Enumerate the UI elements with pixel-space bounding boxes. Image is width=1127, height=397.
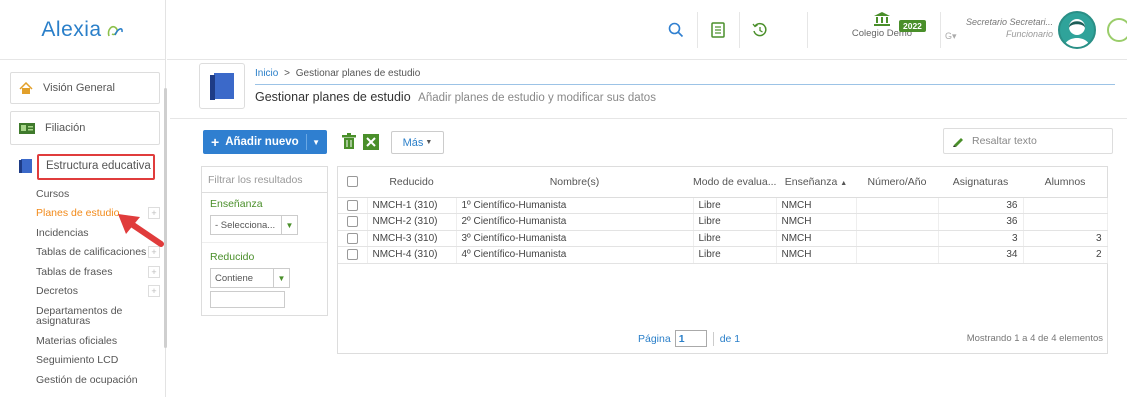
- sidebar-item-label: Visión General: [43, 82, 115, 94]
- book-icon: [19, 159, 32, 173]
- page-description: Añadir planes de estudio y modificar sus…: [418, 92, 656, 104]
- logout-button[interactable]: [1107, 18, 1127, 42]
- year-badge: 2022: [899, 20, 926, 32]
- column-modo-evaluacion[interactable]: Modo de evalua...: [693, 167, 776, 198]
- top-header: Colegio Demo 2022 Secretario Secretari..…: [167, 0, 1127, 60]
- add-new-button[interactable]: + Añadir nuevo ▼: [203, 130, 327, 154]
- add-plus-icon[interactable]: +: [148, 246, 160, 259]
- pagination: Página 1 de 1: [638, 330, 740, 347]
- user-info[interactable]: Secretario Secretari... Funcionario: [943, 16, 1053, 40]
- pager-total: de 1: [719, 332, 741, 345]
- user-avatar-icon: [1064, 19, 1090, 47]
- filter-reducido-label: Reducido: [210, 251, 255, 263]
- records-info: Mostrando 1 a 4 de 4 elementos: [966, 333, 1103, 344]
- page-number-input[interactable]: 1: [674, 330, 707, 347]
- sidebar-subitem-tablas-frases[interactable]: Tablas de frases +: [36, 262, 160, 282]
- breadcrumb-separator: >: [284, 68, 290, 79]
- sidebar-subitem-departamentos[interactable]: Departamentos de asignaturas: [36, 301, 160, 331]
- plus-icon: +: [211, 134, 220, 150]
- chevron-down-icon: ▼: [425, 139, 433, 146]
- page-header: Inicio > Gestionar planes de estudio Ges…: [199, 63, 1115, 113]
- sidebar: Alexia Visión General Filiación Estructu…: [0, 0, 167, 397]
- row-checkbox[interactable]: [338, 246, 368, 264]
- institution-icon: [874, 12, 890, 26]
- highlighter-icon: [953, 138, 963, 147]
- documents-button[interactable]: [701, 0, 735, 60]
- user-role: Funcionario: [1005, 29, 1053, 39]
- sidebar-item-filiacion[interactable]: Filiación: [10, 111, 160, 145]
- sidebar-subitem-materias-oficiales[interactable]: Materias oficiales: [36, 331, 160, 351]
- page-title-line: Gestionar planes de estudio Añadir plane…: [255, 90, 656, 104]
- home-icon: [19, 81, 33, 94]
- trash-icon: [342, 133, 356, 149]
- column-alumnos[interactable]: Alumnos: [1023, 167, 1107, 198]
- row-checkbox[interactable]: [338, 213, 368, 231]
- table-header-row: Reducido Nombre(s) Modo de evalua... Ens…: [338, 167, 1107, 198]
- sort-asc-icon: ▲: [840, 179, 848, 187]
- column-numero-ano[interactable]: Número/Año: [856, 167, 938, 198]
- page-book-icon: [199, 63, 245, 109]
- table-row[interactable]: NMCH-4 (310) 4º Científico-Humanista Lib…: [338, 246, 1108, 264]
- sidebar-subitem-seguimiento-lcd[interactable]: Seguimiento LCD: [36, 351, 160, 371]
- column-nombre[interactable]: Nombre(s): [456, 167, 693, 198]
- column-ensenanza[interactable]: Enseñanza ▲: [776, 167, 856, 198]
- history-icon: [752, 22, 767, 37]
- filter-ensenanza-label: Enseñanza: [210, 198, 263, 210]
- app-logo[interactable]: Alexia: [0, 0, 165, 60]
- row-checkbox[interactable]: [338, 230, 368, 247]
- filter-reducido-select[interactable]: Contiene ▼: [210, 268, 290, 288]
- chevron-down-icon[interactable]: ▼: [312, 138, 320, 147]
- table-row[interactable]: NMCH-3 (310) 3º Científico-Humanista Lib…: [338, 230, 1108, 247]
- plans-table: Reducido Nombre(s) Modo de evalua... Ens…: [337, 166, 1108, 354]
- page-title: Gestionar planes de estudio: [255, 90, 411, 104]
- sidebar-subitem-gestion-ocupacion[interactable]: Gestión de ocupación: [36, 370, 160, 390]
- export-excel-button[interactable]: [361, 132, 381, 152]
- id-card-icon: [19, 123, 35, 134]
- add-plus-icon[interactable]: +: [148, 285, 160, 298]
- filter-reducido-input[interactable]: [210, 291, 285, 308]
- logo-mark-icon: [107, 25, 123, 36]
- column-reducido[interactable]: Reducido: [367, 167, 456, 198]
- filter-header: Filtrar los resultados: [202, 167, 327, 193]
- highlight-text-input[interactable]: Resaltar texto: [943, 128, 1113, 154]
- user-name: Secretario Secretari...: [965, 17, 1053, 27]
- sidebar-item-vision-general[interactable]: Visión General: [10, 72, 160, 104]
- excel-icon: [363, 134, 379, 150]
- document-icon: [711, 22, 725, 38]
- chevron-down-icon: ▼: [281, 216, 297, 234]
- search-icon: [668, 22, 684, 38]
- sidebar-subitem-cursos[interactable]: Cursos: [36, 184, 160, 204]
- more-button[interactable]: Más ▼: [391, 131, 444, 154]
- table-row[interactable]: NMCH-1 (310) 1º Científico-Humanista Lib…: [338, 197, 1108, 214]
- add-plus-icon[interactable]: +: [148, 265, 160, 278]
- history-button[interactable]: [743, 0, 777, 60]
- annotation-arrow-icon: [118, 214, 164, 247]
- user-menu-toggle[interactable]: G▾: [945, 31, 957, 42]
- filter-ensenanza-select[interactable]: - Selecciona... ▼: [210, 215, 298, 235]
- sidebar-subitem-decretos[interactable]: Decretos +: [36, 282, 160, 302]
- search-button[interactable]: [659, 0, 693, 60]
- sidebar-item-label: Filiación: [45, 122, 86, 134]
- pager-label: Página: [638, 332, 671, 345]
- chevron-down-icon: ▼: [273, 269, 289, 287]
- annotation-highlight-box: [37, 154, 155, 180]
- breadcrumb-home-link[interactable]: Inicio: [255, 68, 278, 79]
- filter-panel: Filtrar los resultados Enseñanza - Selec…: [201, 166, 328, 316]
- table-row[interactable]: NMCH-2 (310) 2º Científico-Humanista Lib…: [338, 213, 1108, 231]
- breadcrumb-current: Gestionar planes de estudio: [295, 68, 421, 79]
- row-checkbox[interactable]: [338, 197, 368, 214]
- breadcrumb: Inicio > Gestionar planes de estudio: [255, 68, 420, 79]
- delete-button[interactable]: [339, 132, 359, 152]
- column-asignaturas[interactable]: Asignaturas: [938, 167, 1023, 198]
- sidebar-scrollbar[interactable]: [164, 88, 167, 348]
- avatar[interactable]: [1058, 11, 1096, 49]
- select-all-checkbox[interactable]: [338, 167, 367, 198]
- app-logo-text: Alexia: [41, 17, 102, 41]
